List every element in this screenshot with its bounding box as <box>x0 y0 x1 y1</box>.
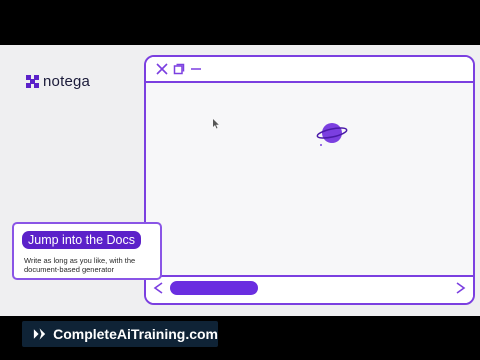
watermark-badge: CompleteAiTraining.com <box>22 321 218 347</box>
browser-window: ... <box>144 55 475 305</box>
notega-logo: notega <box>26 73 90 90</box>
video-frame: notega ... <box>0 45 480 316</box>
progress-pill[interactable] <box>170 281 258 295</box>
notega-logo-icon <box>26 75 39 88</box>
window-titlebar <box>146 57 473 83</box>
minimize-icon[interactable] <box>190 63 202 75</box>
close-icon[interactable] <box>156 63 168 75</box>
mouse-cursor-icon <box>213 119 219 129</box>
callout-title: Jump into the Docs <box>22 231 141 249</box>
chevron-right-icon[interactable] <box>453 281 467 295</box>
carousel-navbar <box>146 275 473 303</box>
logo-text: notega <box>43 73 91 90</box>
browser-content: ... <box>146 83 473 282</box>
restore-icon[interactable] <box>173 63 185 75</box>
planet-icon <box>316 123 348 146</box>
callout-description: Write as long as you like, with the docu… <box>24 256 136 274</box>
watermark-text: CompleteAiTraining.com <box>53 326 218 342</box>
feature-callout-card: Jump into the Docs Write as long as you … <box>12 222 162 280</box>
chevron-left-icon[interactable] <box>152 281 166 295</box>
brand-logo-icon <box>33 328 46 340</box>
